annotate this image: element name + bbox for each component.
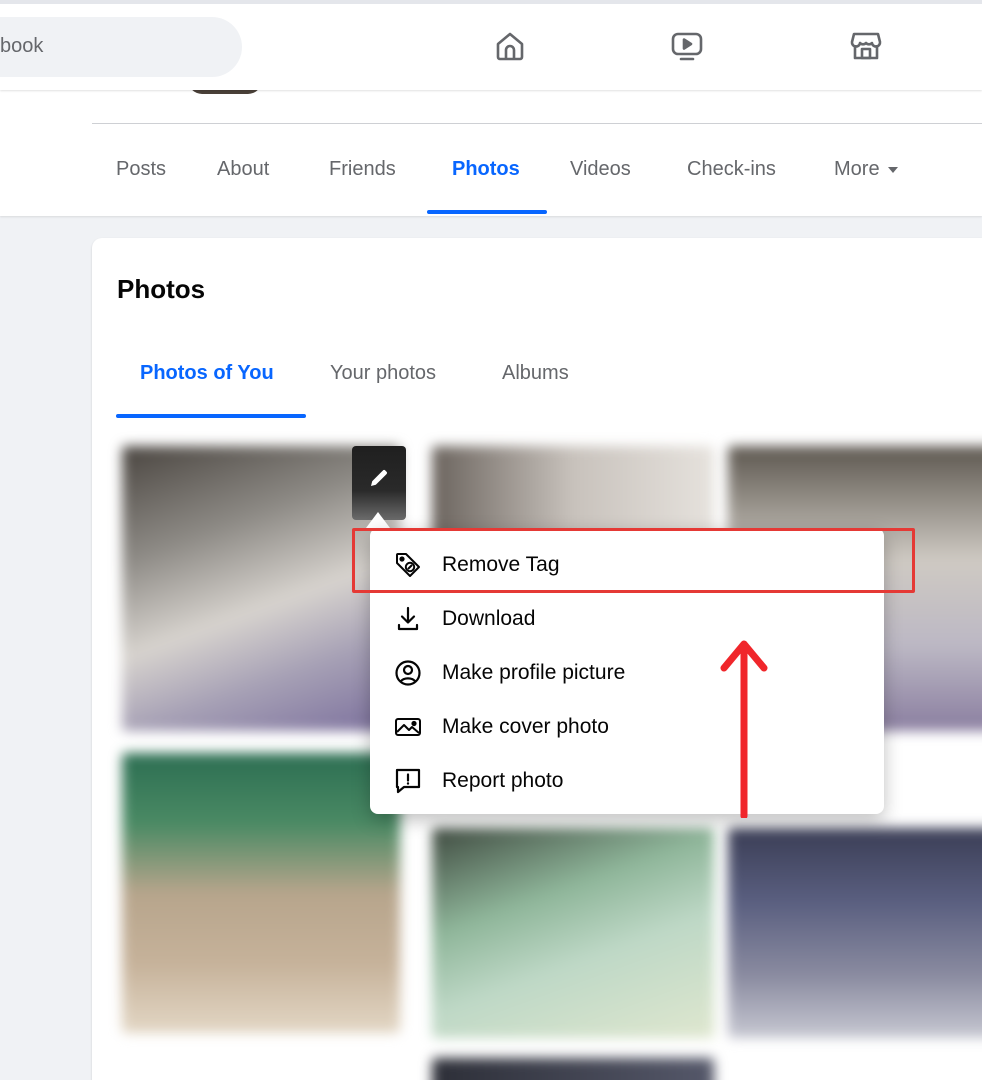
tab-photos-of-you[interactable]: Photos of You bbox=[140, 362, 274, 385]
photo-thumbnail[interactable] bbox=[432, 1058, 714, 1080]
menu-item-make-profile-picture[interactable]: Make profile picture bbox=[370, 646, 884, 700]
tab-more[interactable]: More bbox=[834, 158, 898, 181]
tab-posts[interactable]: Posts bbox=[116, 158, 166, 181]
menu-item-label: Make cover photo bbox=[442, 715, 609, 738]
edit-photo-button[interactable] bbox=[352, 446, 406, 520]
report-icon bbox=[392, 765, 424, 797]
download-icon bbox=[392, 603, 424, 635]
profile-picture-icon bbox=[392, 657, 424, 689]
tab-albums[interactable]: Albums bbox=[502, 362, 569, 385]
divider bbox=[92, 123, 982, 124]
tab-videos[interactable]: Videos bbox=[570, 158, 631, 181]
home-icon[interactable] bbox=[490, 26, 530, 66]
browser-edge bbox=[0, 0, 982, 4]
photo-thumbnail[interactable] bbox=[728, 828, 982, 1038]
tab-photos[interactable]: Photos bbox=[452, 158, 520, 181]
menu-pointer bbox=[366, 512, 390, 528]
caret-down-icon bbox=[887, 166, 898, 173]
menu-item-download[interactable]: Download bbox=[370, 592, 884, 646]
arrow-up-icon bbox=[720, 640, 768, 818]
tab-friends[interactable]: Friends bbox=[329, 158, 396, 181]
tab-about[interactable]: About bbox=[217, 158, 269, 181]
section-title: Photos bbox=[117, 274, 206, 304]
menu-item-label: Download bbox=[442, 607, 536, 630]
top-navigation-bar: book bbox=[0, 0, 982, 90]
cover-photo-icon bbox=[392, 711, 424, 743]
tab-check-ins[interactable]: Check-ins bbox=[687, 158, 776, 181]
profile-header: Posts About Friends Photos Videos Check-… bbox=[0, 89, 982, 216]
menu-item-label: Make profile picture bbox=[442, 661, 626, 684]
photo-thumbnail[interactable] bbox=[432, 828, 714, 1038]
tab-your-photos[interactable]: Your photos bbox=[330, 362, 436, 385]
photo-thumbnail[interactable] bbox=[122, 753, 400, 1033]
active-subtab-indicator bbox=[116, 414, 306, 418]
pencil-icon bbox=[371, 470, 387, 486]
menu-item-label: Report photo bbox=[442, 769, 564, 792]
search-input[interactable]: book bbox=[0, 17, 242, 77]
watch-icon[interactable] bbox=[667, 26, 707, 66]
search-input-text: book bbox=[0, 35, 44, 57]
marketplace-icon[interactable] bbox=[846, 26, 886, 66]
highlight-box bbox=[352, 528, 915, 593]
active-tab-indicator bbox=[427, 210, 547, 214]
menu-item-make-cover-photo[interactable]: Make cover photo bbox=[370, 700, 884, 754]
tab-more-label: More bbox=[834, 158, 880, 180]
menu-item-report-photo[interactable]: Report photo bbox=[370, 754, 884, 808]
